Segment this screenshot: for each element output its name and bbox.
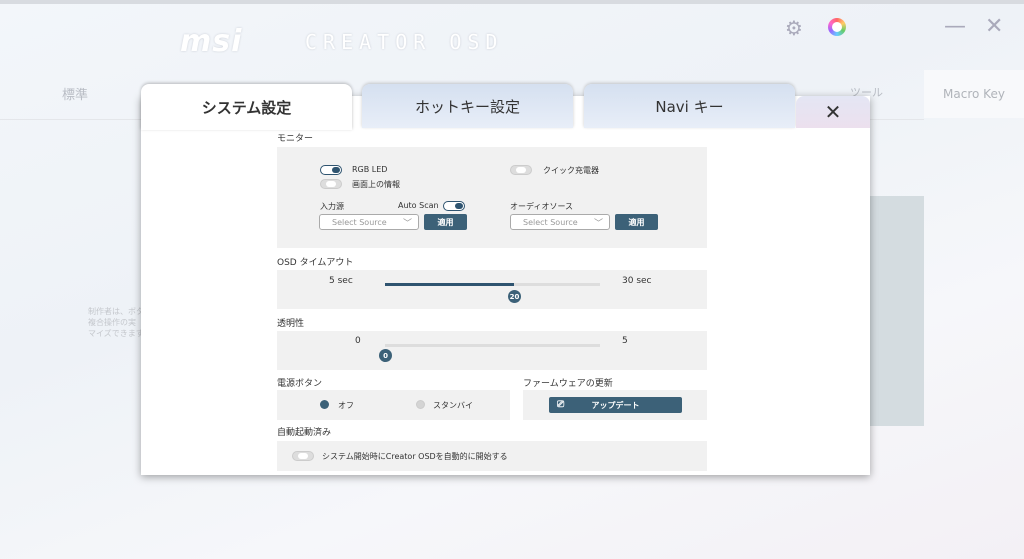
power-button-title: 電源ボタン [277, 379, 323, 389]
product-logo: CREATOR OSD [305, 30, 504, 54]
window-top-border [0, 0, 1024, 4]
input-source-label: 入力源 [320, 202, 344, 211]
desc-line: 複合操作の実 [88, 318, 136, 327]
onscreen-info-label: 画面上の情報 [352, 180, 400, 189]
autostart-toggle[interactable] [292, 451, 314, 461]
gear-icon[interactable]: ⚙ [785, 16, 803, 40]
power-off-label: オフ [338, 401, 354, 410]
desc-line: 制作者は、ボタ [88, 307, 144, 316]
color-wheel-icon[interactable] [828, 18, 846, 36]
select-placeholder: Select Source [523, 217, 578, 227]
slider-fill [385, 283, 514, 286]
transparency-title: 透明性 [277, 319, 305, 329]
tab-macro-key[interactable]: Macro Key [924, 70, 1024, 118]
tab-navi-key[interactable]: Navi キー [584, 84, 795, 128]
transparency-thumb[interactable]: 0 [379, 349, 392, 362]
desc-line: マイズできます [88, 329, 144, 338]
auto-scan-toggle[interactable] [443, 201, 465, 211]
tab-system-settings[interactable]: システム設定 [141, 84, 352, 130]
chevron-down-icon: ﹀ [402, 219, 412, 229]
audio-source-apply-button[interactable]: 適用 [615, 214, 658, 230]
input-source-apply-button[interactable]: 適用 [424, 214, 467, 230]
transparency-slider[interactable] [385, 344, 600, 347]
tab-standard[interactable]: 標準 [62, 84, 88, 103]
monitor-section [277, 147, 707, 248]
firmware-update-button[interactable]: ⎚ アップデート [549, 397, 682, 413]
minimize-icon[interactable]: — [944, 14, 966, 39]
osd-timeout-title: OSD タイムアウト [277, 258, 354, 268]
firmware-title: ファームウェアの更新 [523, 379, 613, 389]
monitor-update-icon: ⎚ [557, 400, 565, 410]
transparency-section [277, 331, 707, 370]
autostart-title: 自動起動済み [277, 428, 332, 438]
transparency-max: 5 [622, 336, 628, 346]
quick-charge-toggle[interactable] [510, 165, 532, 175]
power-standby-radio[interactable] [416, 400, 425, 409]
chevron-down-icon: ﹀ [593, 219, 603, 229]
rgb-led-toggle[interactable] [320, 165, 342, 175]
auto-scan-label: Auto Scan [398, 201, 439, 210]
quick-charge-label: クイック充電器 [543, 166, 599, 175]
power-button-section [277, 390, 510, 420]
osd-timeout-max: 30 sec [622, 276, 652, 286]
audio-source-label: オーディオソース [510, 202, 574, 211]
osd-timeout-min: 5 sec [329, 276, 353, 286]
onscreen-info-toggle[interactable] [320, 179, 342, 189]
background-description: 制作者は、ボタ 複合操作の実 マイズできます [88, 306, 144, 339]
dialog-close-button[interactable]: ✕ [796, 96, 870, 128]
transparency-min: 0 [355, 336, 361, 346]
select-placeholder: Select Source [332, 217, 387, 227]
msi-logo: msi [180, 24, 243, 59]
input-source-select[interactable]: Select Source ﹀ [319, 214, 419, 230]
close-icon[interactable]: ✕ [985, 14, 1003, 39]
tab-hotkey-settings[interactable]: ホットキー設定 [362, 84, 573, 128]
osd-timeout-thumb[interactable]: 20 [508, 290, 521, 303]
power-standby-label: スタンバイ [433, 401, 473, 410]
audio-source-select[interactable]: Select Source ﹀ [510, 214, 610, 230]
power-off-radio[interactable] [320, 400, 329, 409]
rgb-led-label: RGB LED [352, 165, 388, 174]
autostart-label: システム開始時にCreator OSDを自動的に開始する [322, 452, 508, 461]
monitor-title: モニター [277, 134, 314, 144]
update-label: アップデート [591, 400, 640, 410]
osd-timeout-slider[interactable] [385, 283, 600, 286]
